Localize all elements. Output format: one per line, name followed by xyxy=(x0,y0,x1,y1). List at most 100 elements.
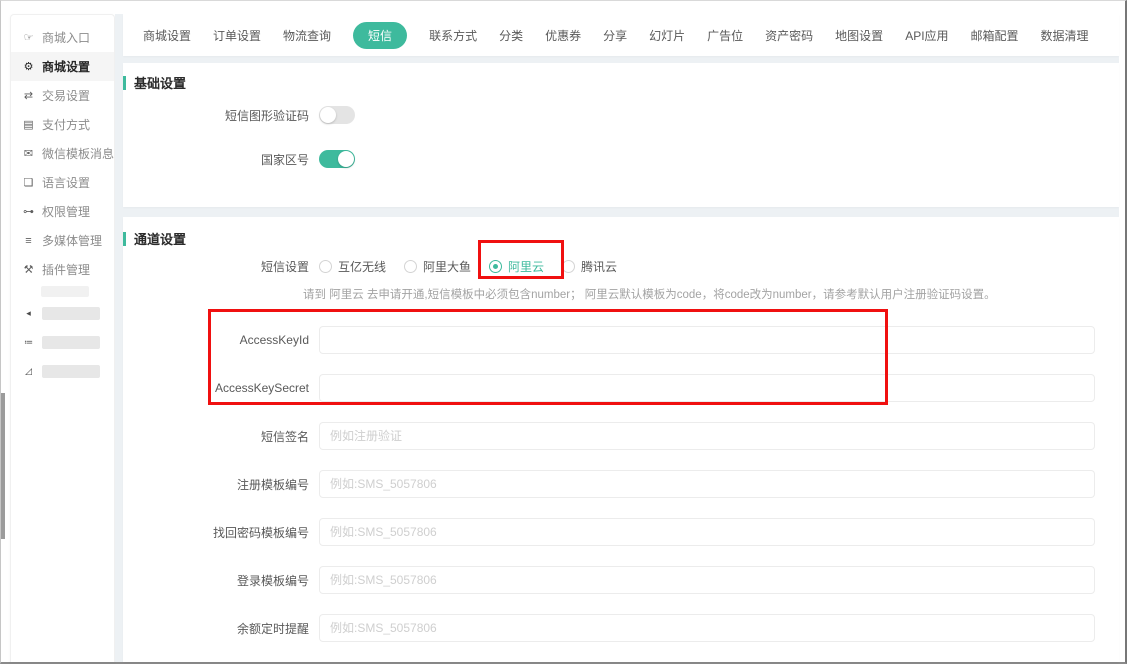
sidebar-item-label: 商城设置 xyxy=(42,58,90,75)
radio-selected-icon xyxy=(489,260,502,273)
radio-option-ihuyi[interactable]: 互亿无线 xyxy=(319,258,386,275)
tab-sms[interactable]: 短信 xyxy=(353,22,407,49)
tab-ad-position[interactable]: 广告位 xyxy=(707,22,743,49)
tab-asset-password[interactable]: 资产密码 xyxy=(765,22,813,49)
field-label: AccessKeySecret xyxy=(123,381,319,395)
section-title-basic: 基础设置 xyxy=(123,73,1119,92)
field-label: 余额定时提醒 xyxy=(123,620,319,637)
section-title-text: 基础设置 xyxy=(134,73,186,92)
login-template-input[interactable] xyxy=(319,566,1095,594)
tab-order-settings[interactable]: 订单设置 xyxy=(213,22,261,49)
gear-icon: ⚙ xyxy=(22,60,35,73)
channel-fields: AccessKeyId AccessKeySecret 短信签名 注册模板编号 … xyxy=(123,326,1119,662)
form-row-sms-signature: 短信签名 xyxy=(123,422,1119,450)
radio-option-alidayu[interactable]: 阿里大鱼 xyxy=(404,258,471,275)
radio-option-aliyun[interactable]: 阿里云 xyxy=(489,258,544,275)
sms-provider-radio-group: 互亿无线 阿里大鱼 阿里云 腾讯云 xyxy=(319,258,617,275)
radio-option-label: 阿里大鱼 xyxy=(423,258,471,275)
sidebar-item-label: 语言设置 xyxy=(42,174,90,191)
layout-gutter xyxy=(115,14,123,662)
tab-contact[interactable]: 联系方式 xyxy=(429,22,477,49)
sidebar-item-label: 交易设置 xyxy=(42,87,90,104)
sidebar-item-label: 权限管理 xyxy=(42,203,90,220)
password-recovery-template-input[interactable] xyxy=(319,518,1095,546)
redacted-label-block xyxy=(42,365,100,378)
radio-icon xyxy=(404,260,417,273)
redacted-icon: ◿ xyxy=(22,366,35,377)
sidebar-item-media-management[interactable]: ≡ 多媒体管理 xyxy=(11,226,114,255)
sidebar-item-language-settings[interactable]: ❏ 语言设置 xyxy=(11,168,114,197)
channel-settings-section: 通道设置 短信设置 互亿无线 阿里大鱼 阿里云 腾讯云 xyxy=(123,217,1119,662)
sidebar-item-label: 支付方式 xyxy=(42,116,90,133)
sidebar-item-mall-entrance[interactable]: ☞ 商城入口 xyxy=(11,23,114,52)
field-label: 登录模板编号 xyxy=(123,572,319,589)
balance-reminder-input[interactable] xyxy=(319,614,1095,642)
toggle-label: 国家区号 xyxy=(123,151,319,168)
sidebar-item-plugin-management[interactable]: ⚒ 插件管理 xyxy=(11,255,114,284)
tab-logistics-query[interactable]: 物流查询 xyxy=(283,22,331,49)
sidebar-item-label: 多媒体管理 xyxy=(42,232,102,249)
sms-captcha-toggle[interactable] xyxy=(319,106,355,124)
redacted-label-block xyxy=(42,336,100,349)
radio-option-label: 腾讯云 xyxy=(581,258,617,275)
bank-card-icon: ▤ xyxy=(22,118,35,131)
sidebar-item-mall-settings[interactable]: ⚙ 商城设置 xyxy=(11,52,114,81)
form-row-balance-reminder: 余额定时提醒 xyxy=(123,614,1119,642)
plugin-icon: ⚒ xyxy=(22,263,35,276)
form-row-register-template: 注册模板编号 xyxy=(123,470,1119,498)
window-scrollbar-thumb[interactable] xyxy=(1,393,5,539)
sidebar-item-redacted[interactable]: ◂ xyxy=(11,299,114,328)
basic-settings-section: 基础设置 短信图形验证码 国家区号 xyxy=(123,63,1119,207)
section-title-bar xyxy=(123,232,126,246)
sidebar-item-redacted[interactable]: ≔ xyxy=(11,328,114,357)
toggle-knob xyxy=(320,107,336,123)
tab-share[interactable]: 分享 xyxy=(603,22,627,49)
sidebar: ☞ 商城入口 ⚙ 商城设置 ⇄ 交易设置 ▤ 支付方式 ✉ 微信模板消息 ❏ 语… xyxy=(10,14,115,662)
swap-arrows-icon: ⇄ xyxy=(22,89,35,102)
document-icon: ❏ xyxy=(22,176,35,189)
field-label: 找回密码模板编号 xyxy=(123,524,319,541)
form-row-accesskeyid: AccessKeyId xyxy=(123,326,1119,354)
tab-category[interactable]: 分类 xyxy=(499,22,523,49)
sidebar-item-label: 微信模板消息 xyxy=(42,145,114,162)
chat-bubbles-icon: ✉ xyxy=(22,147,35,160)
field-label: 注册模板编号 xyxy=(123,476,319,493)
form-row-login-template: 登录模板编号 xyxy=(123,566,1119,594)
sidebar-item-label: 商城入口 xyxy=(42,29,90,46)
sidebar-item-label: 插件管理 xyxy=(42,261,90,278)
admin-settings-window: { "colors": { "accent": "#3eba9d", "anno… xyxy=(0,0,1127,664)
tab-mall-settings[interactable]: 商城设置 xyxy=(143,22,191,49)
radio-icon xyxy=(319,260,332,273)
sidebar-item-redacted[interactable]: ◿ xyxy=(11,357,114,386)
redacted-icon: ≔ xyxy=(22,337,35,348)
key-icon: ⊶ xyxy=(22,205,35,218)
list-icon: ≡ xyxy=(22,235,35,247)
sidebar-item-permission-management[interactable]: ⊶ 权限管理 xyxy=(11,197,114,226)
form-row-accesskeysecret: AccessKeySecret xyxy=(123,374,1119,402)
redacted-submenu-block xyxy=(41,286,89,297)
tab-api-app[interactable]: API应用 xyxy=(905,22,948,49)
radio-group-label: 短信设置 xyxy=(123,258,319,275)
field-label: AccessKeyId xyxy=(123,333,319,347)
accesskeysecret-input[interactable] xyxy=(319,374,1095,402)
tab-mailbox-config[interactable]: 邮箱配置 xyxy=(971,22,1019,49)
sidebar-item-payment-methods[interactable]: ▤ 支付方式 xyxy=(11,110,114,139)
aliyun-helper-text: 请到 阿里云 去申请开通,短信模板中必须包含number； 阿里云默认模板为co… xyxy=(303,286,1119,302)
sidebar-item-trade-settings[interactable]: ⇄ 交易设置 xyxy=(11,81,114,110)
radio-option-tencent[interactable]: 腾讯云 xyxy=(562,258,617,275)
section-title-bar xyxy=(123,76,126,90)
section-title-text: 通道设置 xyxy=(134,229,186,248)
sms-provider-radio-row: 短信设置 互亿无线 阿里大鱼 阿里云 腾讯云 xyxy=(123,256,1119,276)
section-title-channel: 通道设置 xyxy=(123,229,1119,248)
tab-map-settings[interactable]: 地图设置 xyxy=(835,22,883,49)
sms-signature-input[interactable] xyxy=(319,422,1095,450)
tab-data-cleanup[interactable]: 数据清理 xyxy=(1041,22,1089,49)
radio-icon xyxy=(562,260,575,273)
register-template-input[interactable] xyxy=(319,470,1095,498)
tab-slideshow[interactable]: 幻灯片 xyxy=(649,22,685,49)
accesskeyid-input[interactable] xyxy=(319,326,1095,354)
toggle-label: 短信图形验证码 xyxy=(123,107,319,124)
sidebar-item-wechat-template[interactable]: ✉ 微信模板消息 xyxy=(11,139,114,168)
tab-coupon[interactable]: 优惠券 xyxy=(545,22,581,49)
country-code-toggle[interactable] xyxy=(319,150,355,168)
